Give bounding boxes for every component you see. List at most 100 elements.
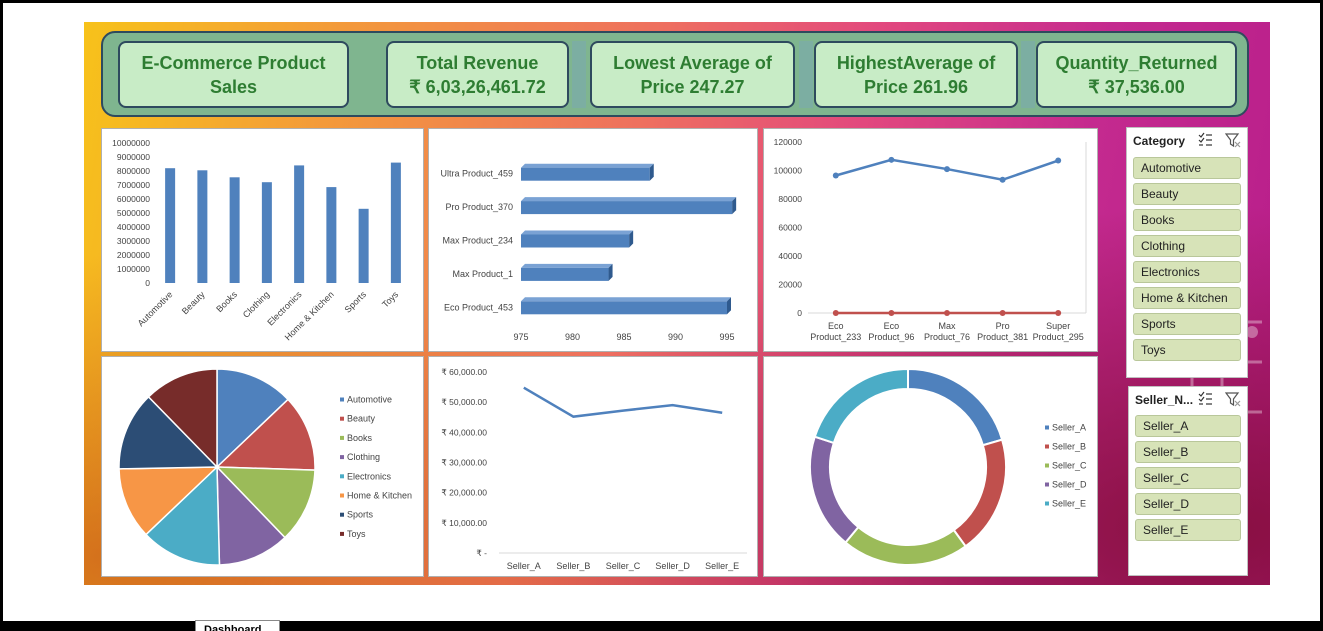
horizontal-bar <box>521 167 650 181</box>
legend-label: Beauty <box>347 414 376 424</box>
legend-swatch <box>1045 463 1049 468</box>
legend-label: Seller_E <box>1052 499 1086 509</box>
clear-filter-icon[interactable] <box>1225 132 1241 148</box>
column-bar <box>358 208 369 283</box>
chart-seller-line[interactable]: ₹ 60,000.00 ₹ 50,000.00 ₹ 40,000.00 ₹ 30,00… <box>428 356 758 577</box>
legend-label: Home & Kitchen <box>347 491 412 501</box>
y-tick-label: 0 <box>145 278 150 288</box>
slicer-item-books[interactable]: Books <box>1133 209 1241 231</box>
x-tick-label: Product_96 <box>868 332 914 342</box>
x-tick-label: Sports <box>343 289 369 315</box>
doughnut-chart: Seller_A Seller_B Seller_C Seller_D Seller_E <box>809 367 1087 566</box>
legend-swatch <box>340 512 344 517</box>
y-tick-label: ₹ - <box>476 548 487 558</box>
legend-swatch <box>1045 444 1049 449</box>
column-bar <box>390 162 401 283</box>
slicer-item-sports[interactable]: Sports <box>1133 313 1241 335</box>
multi-select-icon[interactable] <box>1197 132 1213 148</box>
legend-swatch <box>340 435 344 440</box>
horizontal-bar <box>521 201 733 215</box>
category-slicer[interactable]: Category Automotive Beauty Books Clothin… <box>1126 127 1248 378</box>
data-point <box>944 166 950 173</box>
y-tick-label: Max Product_234 <box>442 236 513 246</box>
legend-label: Sports <box>347 510 374 520</box>
multi-select-icon[interactable] <box>1197 391 1213 407</box>
sheet-tab-dashboard[interactable]: Dashboard <box>195 620 280 631</box>
slicer-item-clothing[interactable]: Clothing <box>1133 235 1241 257</box>
bar-top-face <box>521 230 634 235</box>
kpi-lowest-value: Price 247.27 <box>640 76 745 97</box>
column-bar <box>326 187 337 283</box>
y-tick-label: 100000 <box>774 166 803 176</box>
y-tick-label: 8000000 <box>117 166 150 176</box>
x-tick-label: Books <box>214 289 239 314</box>
y-tick-label: 1000000 <box>117 264 150 274</box>
kpi-title-line2: Sales <box>209 76 258 97</box>
bar-top-face <box>521 197 737 202</box>
x-tick-label: Automotive <box>136 289 175 328</box>
y-tick-label: 4000000 <box>117 222 150 232</box>
x-tick-label: Eco <box>828 321 844 331</box>
slicer-item-beauty[interactable]: Beauty <box>1133 183 1241 205</box>
slicer-item-seller-d[interactable]: Seller_D <box>1135 493 1241 515</box>
y-tick-label: ₹ 50,000.00 <box>441 397 487 407</box>
chart-top-products[interactable]: Ultra Product_459 Pro Product_370 Max Prod… <box>428 128 758 352</box>
y-tick-label: 7000000 <box>117 180 150 190</box>
kpi-highest-label: HighestAverage of <box>836 52 996 73</box>
kpi-title-line1: E-Commerce Product <box>141 52 326 73</box>
bar-top-face <box>521 297 731 302</box>
legend-label: Electronics <box>347 471 392 481</box>
column-bar <box>294 165 305 283</box>
legend-swatch <box>1045 482 1049 487</box>
x-tick-label: 980 <box>565 332 580 342</box>
x-tick-label: Product_295 <box>1033 332 1084 342</box>
slicer-item-seller-c[interactable]: Seller_C <box>1135 467 1241 489</box>
category-slicer-controls <box>1197 132 1241 148</box>
kpi-separator <box>572 41 586 108</box>
kpi-card-total-revenue: Total Revenue ₹ 6,03,26,461.72 <box>386 41 569 108</box>
series-line <box>523 386 723 418</box>
x-tick-label: Seller_B <box>556 561 590 571</box>
y-tick-label: Eco Product_453 <box>444 302 513 312</box>
x-tick-label: Pro <box>996 321 1010 331</box>
x-tick-label: Super <box>1046 321 1070 331</box>
clear-filter-icon[interactable] <box>1225 391 1241 407</box>
slicer-item-seller-b[interactable]: Seller_B <box>1135 441 1241 463</box>
y-tick-label: 0 <box>797 308 802 318</box>
chart-sales-by-category[interactable]: 10000000 9000000 8000000 7000000 6000000 5000… <box>101 128 424 352</box>
y-tick-label: ₹ 40,000.00 <box>441 427 487 437</box>
bar-top-face <box>521 263 613 268</box>
slicer-item-seller-a[interactable]: Seller_A <box>1135 415 1241 437</box>
kpi-separator <box>1021 41 1035 108</box>
kpi-separator <box>799 41 813 108</box>
slicer-item-automotive[interactable]: Automotive <box>1133 157 1241 179</box>
chart-category-pie[interactable]: Automotive Beauty Books Clothing Electronics… <box>101 356 424 577</box>
y-tick-label: Ultra Product_459 <box>440 169 513 179</box>
x-tick-label: 975 <box>513 332 528 342</box>
y-tick-label: ₹ 20,000.00 <box>441 488 487 498</box>
data-point <box>944 310 950 316</box>
slicer-item-home-kitchen[interactable]: Home & Kitchen <box>1133 287 1241 309</box>
x-tick-label: Clothing <box>241 289 271 319</box>
legend-swatch <box>340 493 344 498</box>
kpi-card-lowest-average-price: Lowest Average of Price 247.27 <box>590 41 795 108</box>
chart-seller-doughnut[interactable]: Seller_A Seller_B Seller_C Seller_D Seller_E <box>763 356 1098 577</box>
sheet-top-border <box>0 0 1323 3</box>
slicer-item-toys[interactable]: Toys <box>1133 339 1241 361</box>
y-tick-label: 40000 <box>778 251 802 261</box>
chart-product-line[interactable]: 120000 100000 80000 60000 40000 20000 0 Eco Prod… <box>763 128 1098 352</box>
y-tick-label: 3000000 <box>117 236 150 246</box>
data-point <box>999 176 1006 183</box>
slicer-item-electronics[interactable]: Electronics <box>1133 261 1241 283</box>
legend-swatch <box>1045 425 1049 430</box>
category-slicer-title: Category <box>1133 134 1186 148</box>
data-point <box>832 310 839 316</box>
x-tick-label: Seller_C <box>606 561 641 571</box>
slicer-item-seller-e[interactable]: Seller_E <box>1135 519 1241 541</box>
x-tick-label: Seller_A <box>507 561 541 571</box>
seller-slicer[interactable]: Seller_N... Seller_A Seller_B Seller_C S… <box>1128 386 1248 576</box>
horizontal-bar <box>521 267 609 281</box>
legend-label: Clothing <box>347 452 380 462</box>
y-tick-label: 5000000 <box>117 208 150 218</box>
y-tick-label: 10000000 <box>112 138 150 148</box>
